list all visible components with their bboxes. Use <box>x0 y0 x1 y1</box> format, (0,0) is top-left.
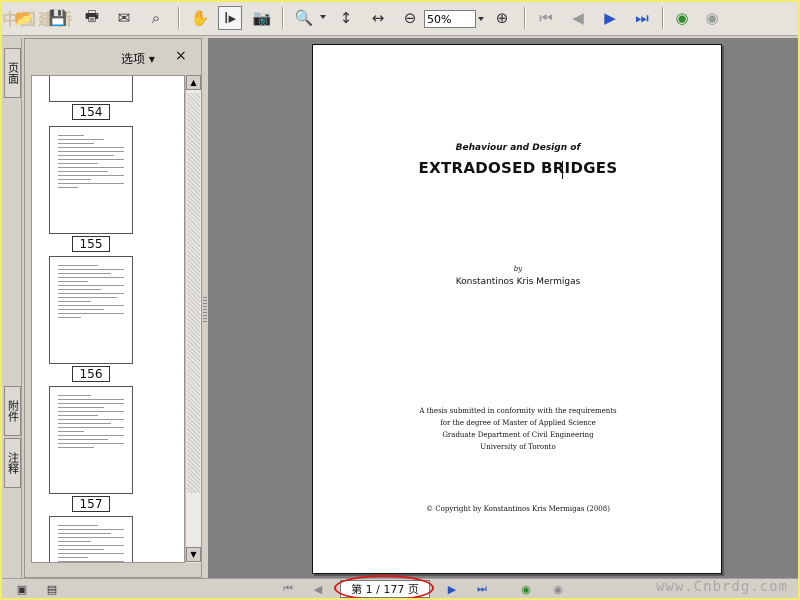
zoom-dropdown-arrow[interactable] <box>320 15 326 19</box>
thumbnail-page[interactable] <box>49 76 133 102</box>
email-icon[interactable]: ✉ <box>112 6 136 30</box>
status-last-page-icon[interactable]: ⏭ <box>474 581 490 597</box>
last-page-icon[interactable]: ⏭ <box>630 6 654 30</box>
thesis-line: University of Toronto <box>480 443 556 451</box>
hand-icon[interactable]: ✋ <box>188 6 212 30</box>
document-copyright: © Copyright by Konstantinos Kris Mermiga… <box>426 505 610 513</box>
thumbnail-page-number: 157 <box>72 496 110 512</box>
page-layout-single-icon[interactable]: ▣ <box>14 581 30 597</box>
previous-page-icon[interactable]: ◀ <box>566 6 590 30</box>
zoom-plus-icon[interactable]: ⊕ <box>490 6 514 30</box>
scroll-down-button[interactable]: ▼ <box>186 547 201 562</box>
thumbnail-page-number: 155 <box>72 236 110 252</box>
thumbnail-list[interactable]: 154 155 156 157 <box>31 75 185 563</box>
tab-comments[interactable]: 注释 <box>4 438 21 488</box>
document-author: Konstantinos Kris Mermigas <box>455 277 581 287</box>
splitter-grip[interactable] <box>203 296 207 322</box>
print-icon[interactable]: 🖶 <box>80 6 104 30</box>
toolbar-separator <box>662 7 664 29</box>
navigation-tab-strip: 页面 附件 注释 <box>2 38 22 578</box>
status-next-page-icon[interactable]: ▶ <box>444 581 460 597</box>
thumbnail-panel: 选项 ▾ × 154 155 156 157 ▲ ▼ <box>24 38 202 578</box>
document-page[interactable]: Behaviour and Design of EXTRADOSED BRIDG… <box>312 44 722 574</box>
first-page-icon[interactable]: ⏮ <box>534 6 558 30</box>
zoom-input[interactable] <box>424 10 476 28</box>
page-layout-continuous-icon[interactable]: ▤ <box>44 581 60 597</box>
scrollbar-thumb[interactable] <box>187 93 200 493</box>
thumbnail-page-number: 156 <box>72 366 110 382</box>
panel-header: 选项 ▾ × <box>25 39 201 73</box>
thumbnail-page-number: 154 <box>72 104 110 120</box>
status-previous-page-icon[interactable]: ◀ <box>310 581 326 597</box>
search-icon[interactable]: ⌕ <box>144 6 168 30</box>
thumbnail-content <box>58 135 124 191</box>
zoom-in-icon[interactable]: 🔍 <box>292 6 316 30</box>
toolbar-separator <box>178 7 180 29</box>
tab-pages[interactable]: 页面 <box>4 48 21 98</box>
watermark-bottom-right: www.Cnbrdg.com <box>656 579 789 595</box>
status-forward-icon[interactable]: ◉ <box>550 581 566 597</box>
thumbnail-content <box>58 265 124 321</box>
status-first-page-icon[interactable]: ⏮ <box>280 581 296 597</box>
zoom-out-icon[interactable]: ⊖ <box>398 6 422 30</box>
document-title: EXTRADOSED BRIDGES <box>418 159 618 177</box>
status-back-icon[interactable]: ◉ <box>518 581 534 597</box>
zoom-select-dropdown[interactable] <box>476 10 486 28</box>
thumbnail-page[interactable] <box>49 516 133 562</box>
thumbnail-content <box>58 525 124 562</box>
back-icon[interactable]: ◉ <box>670 6 694 30</box>
open-icon[interactable]: 📂 <box>12 6 36 30</box>
tab-attachments[interactable]: 附件 <box>4 386 21 436</box>
toolbar: 中国建桥 📂 💾 🖶 ✉ ⌕ ✋ I▸ 📷 🔍 ↕ ↔ ⊖ ⊕ ⏮ ◀ ▶ ⏭ … <box>2 2 798 36</box>
forward-icon[interactable]: ◉ <box>700 6 724 30</box>
thesis-line: Graduate Department of Civil Engineering <box>442 431 594 439</box>
document-view[interactable]: Behaviour and Design of EXTRADOSED BRIDG… <box>208 38 798 578</box>
thumbnail-page[interactable] <box>49 386 133 494</box>
thumbnail-page[interactable] <box>49 256 133 364</box>
next-page-icon[interactable]: ▶ <box>598 6 622 30</box>
fit-width-icon[interactable]: ↔ <box>366 6 390 30</box>
app-window: 中国建桥 📂 💾 🖶 ✉ ⌕ ✋ I▸ 📷 🔍 ↕ ↔ ⊖ ⊕ ⏮ ◀ ▶ ⏭ … <box>2 2 798 598</box>
thumbnail-page[interactable] <box>49 126 133 234</box>
toolbar-separator <box>282 7 284 29</box>
save-icon[interactable]: 💾 <box>46 6 70 30</box>
document-subtitle: Behaviour and Design of <box>455 143 581 153</box>
snapshot-icon[interactable]: 📷 <box>250 6 274 30</box>
fit-page-icon[interactable]: ↕ <box>334 6 358 30</box>
document-by-line: by <box>513 265 523 273</box>
text-cursor <box>562 161 563 179</box>
status-bar: ▣ ▤ ⏮ ◀ 第 1 / 177 页 ▶ ⏭ ◉ ◉ www.Cnbrdg.c… <box>2 575 798 598</box>
close-panel-button[interactable]: × <box>175 48 187 64</box>
toolbar-separator <box>524 7 526 29</box>
thumbnail-content <box>58 395 124 451</box>
thesis-line: for the degree of Master of Applied Scie… <box>440 419 596 427</box>
select-text-icon[interactable]: I▸ <box>218 6 242 30</box>
highlight-annotation-oval <box>334 575 434 598</box>
thesis-line: A thesis submitted in conformity with th… <box>419 407 617 415</box>
thumbnail-scrollbar[interactable]: ▲ ▼ <box>185 75 201 563</box>
scroll-up-button[interactable]: ▲ <box>186 75 201 90</box>
options-label: 选项 <box>121 52 146 66</box>
options-button[interactable]: 选项 ▾ <box>121 50 155 67</box>
